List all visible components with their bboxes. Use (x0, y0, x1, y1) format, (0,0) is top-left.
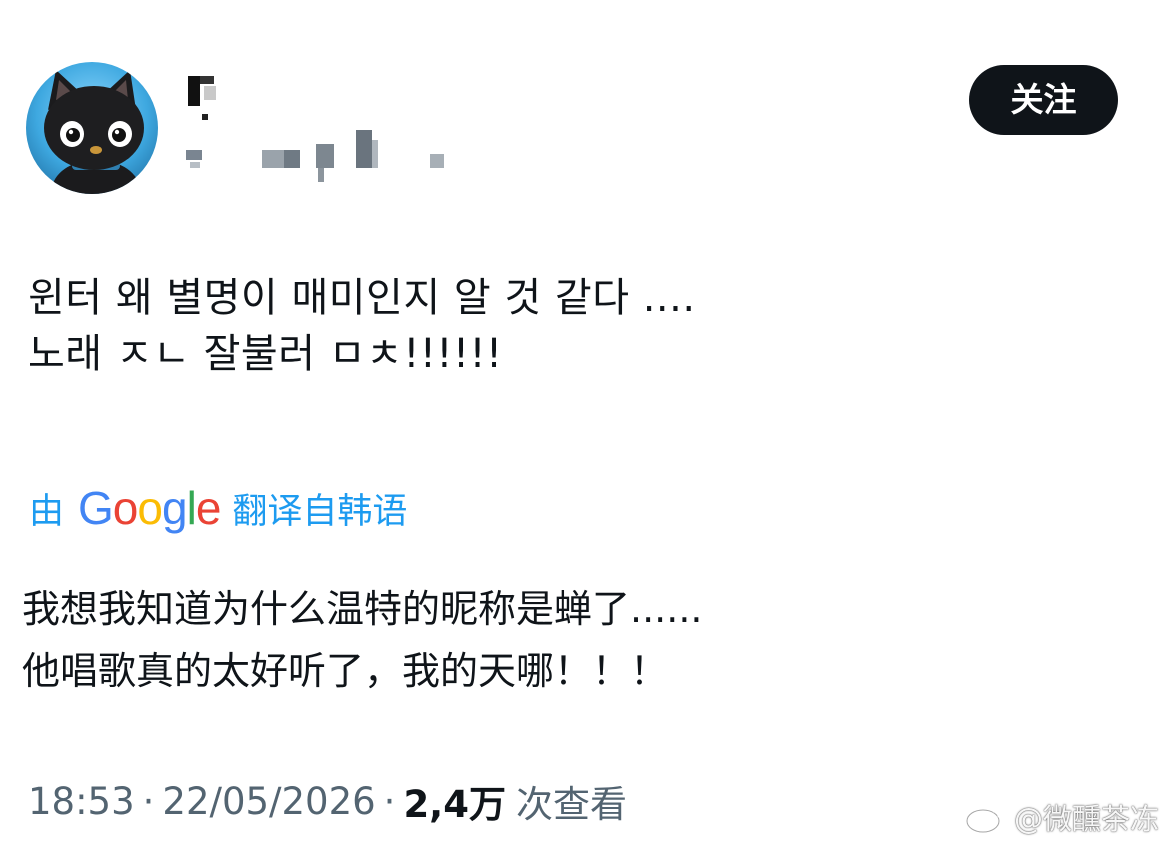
google-logo-letter: l (186, 482, 197, 534)
tweet-text-line: 윈터 왜 별명이 매미인지 알 것 같다 .... (28, 275, 696, 321)
translation-source-language: 翻译自韩语 (232, 491, 408, 532)
google-logo-letter: e (195, 482, 222, 534)
meta-separator: · (383, 779, 396, 823)
watermark: @微醺茶冻 (964, 796, 1159, 838)
google-logo-letter: o (137, 482, 163, 534)
follow-button[interactable]: 关注 (969, 65, 1118, 135)
google-logo-letter: o (112, 482, 139, 534)
redacted-user-name (186, 70, 466, 190)
watermark-text: @微醺茶冻 (1013, 802, 1159, 836)
meta-separator: · (142, 779, 155, 823)
tweet-text: 윈터 왜 별명이 매미인지 알 것 같다 .... 노래 ㅈㄴ 잘불러 ㅁㅊ!!… (28, 270, 696, 382)
translation-prefix: 由 (29, 491, 65, 532)
tweet-translated-text: 我想我知道为什么温特的昵称是蝉了...... 他唱歌真的太好听了，我的天哪！！！ (22, 578, 702, 702)
google-logo-letter: G (78, 482, 114, 534)
tweet-text-line: 노래 ㅈㄴ 잘불러 ㅁㅊ!!!!!! (28, 331, 503, 377)
views-label: 次查看 (515, 783, 627, 826)
tweet-meta: 18:53 · 22/05/2026 · 2,4万 次查看 (28, 774, 627, 828)
views-count: 2,4万 (403, 783, 506, 826)
avatar-cat-icon (26, 62, 158, 194)
google-logo: Google (78, 482, 222, 534)
translation-attribution[interactable]: 由 Google 翻译自韩语 (29, 482, 407, 534)
translated-text-line: 他唱歌真的太好听了，我的天哪！！！ (22, 649, 669, 693)
tweet-date[interactable]: 22/05/2026 (162, 780, 375, 823)
weibo-logo-icon (964, 800, 1008, 834)
avatar[interactable] (26, 62, 158, 194)
google-logo-letter: g (161, 482, 188, 534)
tweet-time[interactable]: 18:53 (28, 780, 135, 823)
translated-text-line: 我想我知道为什么温特的昵称是蝉了...... (22, 587, 703, 631)
